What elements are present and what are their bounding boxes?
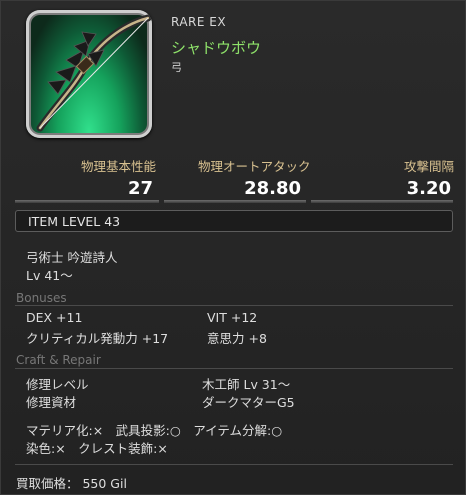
stat-underline [164, 200, 306, 203]
stat-value-delay: 3.20 [406, 178, 451, 199]
item-type: 弓 [171, 61, 182, 74]
repair-material-value: ダークマターG5 [202, 395, 295, 410]
bonus-dex: DEX +11 [26, 310, 83, 325]
bonuses-title: Bonuses [16, 291, 67, 305]
item-name: シャドウボウ [171, 39, 262, 57]
bonus-determination: 意思力 +8 [207, 331, 267, 346]
repair-level-label: 修理レベル [26, 377, 89, 392]
item-flags-line2: 染色:× クレスト装飾:× [26, 441, 168, 456]
item-tooltip: RARE EX シャドウボウ 弓 物理基本性能 物理オートアタック 攻撃間隔 2… [0, 0, 466, 495]
craft-repair-title: Craft & Repair [16, 353, 101, 367]
item-level: ITEM LEVEL 43 [15, 210, 453, 232]
section-divider [15, 464, 453, 465]
stat-underline [15, 200, 159, 203]
section-divider [15, 368, 453, 369]
section-divider [15, 305, 453, 306]
stat-underline [311, 200, 453, 203]
item-rarity: RARE EX [171, 15, 227, 29]
repair-level-value: 木工師 Lv 31～ [202, 377, 291, 392]
bow-icon [26, 10, 152, 138]
stat-value-auto-attack: 28.80 [244, 178, 301, 199]
required-level: Lv 41～ [26, 268, 73, 283]
stat-label-auto-attack: 物理オートアタック [198, 159, 311, 174]
repair-material-label: 修理資材 [26, 395, 77, 410]
bonus-critical: クリティカル発動力 +17 [26, 331, 169, 346]
item-flags-line1: マテリア化:× 武具投影:○ アイテム分解:○ [26, 423, 283, 438]
stat-value-physical-damage: 27 [127, 178, 153, 199]
stat-label-delay: 攻撃間隔 [404, 159, 455, 174]
bonus-vit: VIT +12 [207, 310, 258, 325]
stat-label-physical-damage: 物理基本性能 [81, 159, 157, 174]
sell-price: 買取価格： 550 Gil [16, 476, 127, 491]
required-classes: 弓術士 吟遊詩人 [26, 250, 118, 265]
